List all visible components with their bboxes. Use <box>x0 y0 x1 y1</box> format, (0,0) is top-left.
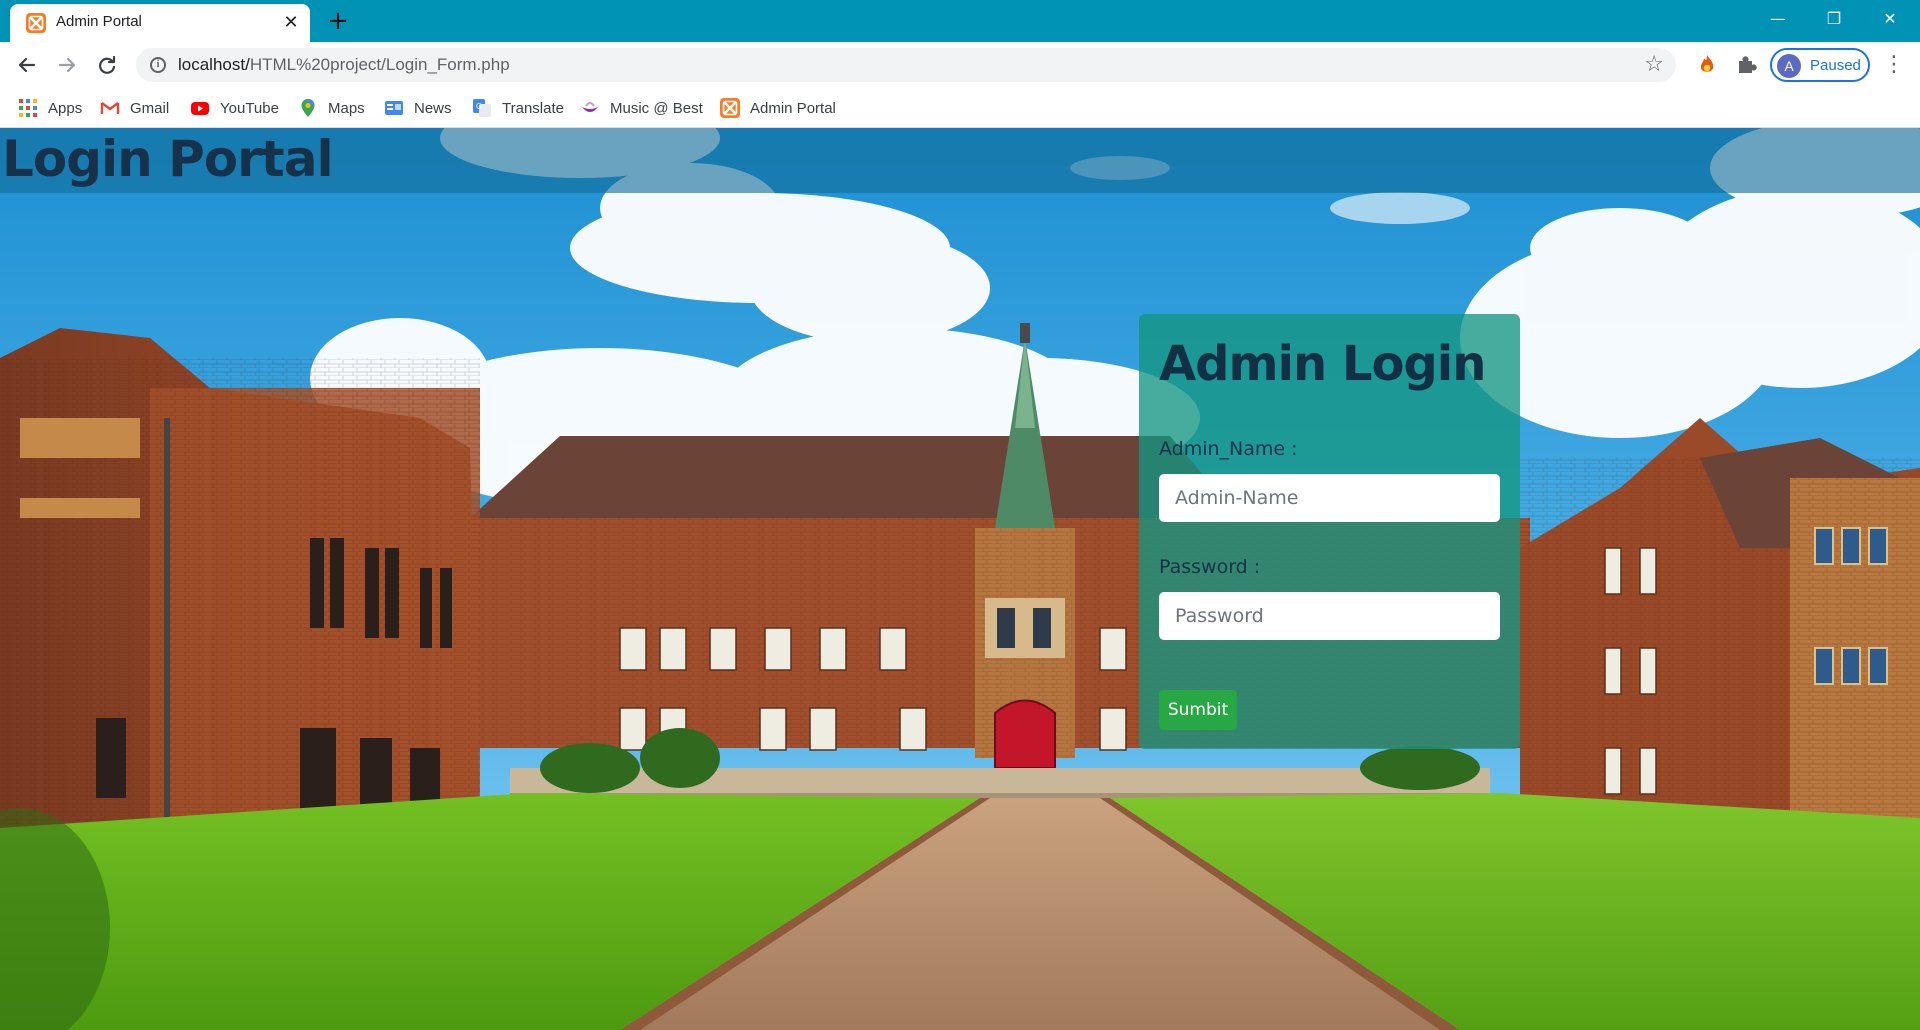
site-info-icon[interactable]: i <box>150 57 166 73</box>
gmail-icon <box>100 102 120 114</box>
youtube-icon <box>191 102 209 115</box>
bookmark-label: Maps <box>328 99 365 117</box>
browser-toolbar: i localhost/HTML%20project/Login_Form.ph… <box>0 42 1920 88</box>
close-window-button[interactable]: ✕ <box>1862 0 1918 38</box>
back-button[interactable] <box>12 50 42 80</box>
admin-name-label: Admin_Name : <box>1159 438 1298 460</box>
google-translate-icon: G <box>473 99 491 117</box>
url-host: localhost/ <box>178 55 250 74</box>
url-text: localhost/HTML%20project/Login_Form.php <box>178 55 510 75</box>
bookmark-translate[interactable]: G Translate <box>472 96 564 120</box>
admin-login-form: Admin Login Admin_Name : Password : Sumb… <box>1139 314 1520 749</box>
bookmark-label: Music @ Best <box>610 99 703 117</box>
bookmark-maps[interactable]: Maps <box>298 96 365 120</box>
bookmark-label: Gmail <box>130 99 170 117</box>
tab-close-icon[interactable]: ✕ <box>280 12 302 34</box>
bookmark-youtube[interactable]: YouTube <box>190 96 279 120</box>
page-viewport: Login Portal Admin Login Admin_Name : Pa… <box>0 128 1920 1030</box>
profile-status: Paused <box>1810 57 1861 74</box>
forward-button[interactable] <box>52 50 82 80</box>
extension-fire-icon[interactable] <box>1694 52 1720 78</box>
admin-name-input[interactable] <box>1159 474 1500 522</box>
svg-text:G: G <box>476 102 482 111</box>
tab-title: Admin Portal <box>56 13 142 30</box>
fire-icon <box>1700 55 1714 72</box>
puzzle-icon <box>1739 56 1757 73</box>
more-options-icon[interactable]: ⋮ <box>1882 50 1906 80</box>
reload-button[interactable] <box>92 50 122 80</box>
arrow-right-icon <box>58 57 76 73</box>
bookmark-label: News <box>414 99 452 117</box>
password-label: Password : <box>1159 556 1261 578</box>
login-heading: Admin Login <box>1159 336 1486 392</box>
restore-window-button[interactable]: ❐ <box>1806 0 1862 38</box>
bookmark-label: Translate <box>502 99 564 117</box>
browser-tab-admin-portal[interactable]: Admin Portal ✕ <box>10 4 310 42</box>
campus-background-image <box>0 128 1920 1030</box>
submit-button[interactable]: Sumbit <box>1159 690 1237 730</box>
page-header: Login Portal <box>0 128 1920 193</box>
url-path: HTML%20project/Login_Form.php <box>249 55 510 74</box>
google-news-icon <box>385 101 403 115</box>
xampp-icon <box>720 98 740 118</box>
password-input[interactable] <box>1159 592 1500 640</box>
browser-title-bar: Admin Portal ✕ + — ❐ ✕ <box>0 0 1920 42</box>
reload-icon <box>99 55 116 74</box>
bookmark-apps[interactable]: Apps <box>18 96 82 120</box>
bookmark-gmail[interactable]: Gmail <box>100 96 169 120</box>
music-icon <box>582 102 598 112</box>
bookmark-star-icon[interactable]: ☆ <box>1644 52 1664 77</box>
bookmark-label: Admin Portal <box>750 99 836 117</box>
apps-grid-icon <box>19 99 37 117</box>
bookmark-news[interactable]: News <box>384 96 452 120</box>
extensions-puzzle-icon[interactable] <box>1733 52 1759 78</box>
page-title: Login Portal <box>2 130 334 188</box>
bookmark-label: Apps <box>48 99 83 117</box>
profile-button[interactable]: A Paused <box>1770 48 1870 82</box>
arrow-left-icon <box>18 57 36 73</box>
maps-pin-icon <box>301 99 315 117</box>
avatar: A <box>1777 54 1801 78</box>
address-bar[interactable]: i localhost/HTML%20project/Login_Form.ph… <box>136 48 1676 82</box>
bookmark-music-at-best[interactable]: Music @ Best <box>580 96 703 120</box>
minimize-window-button[interactable]: — <box>1750 0 1806 38</box>
bookmark-admin-portal[interactable]: Admin Portal <box>720 96 836 120</box>
new-tab-button[interactable]: + <box>324 8 352 36</box>
bookmarks-bar: Apps Gmail YouTube Maps News G Translate… <box>0 88 1920 128</box>
bookmark-label: YouTube <box>220 99 279 117</box>
xampp-icon <box>26 13 46 33</box>
